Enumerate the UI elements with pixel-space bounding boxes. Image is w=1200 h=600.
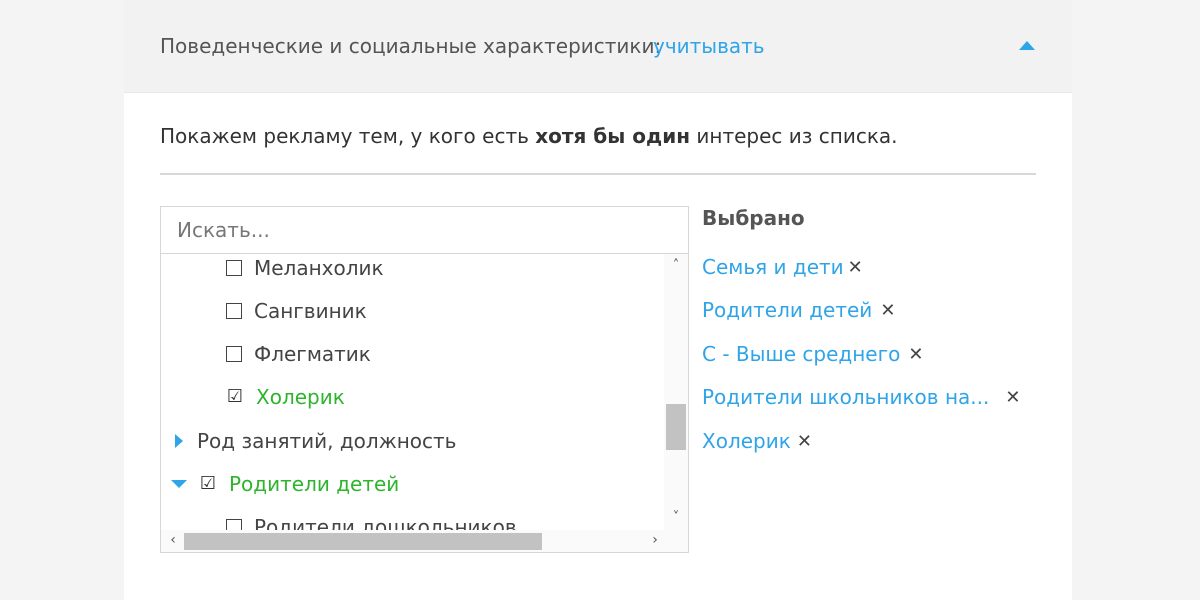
selected-item: Семья и дети ✕ <box>702 252 863 282</box>
scroll-right-icon[interactable]: › <box>645 532 665 550</box>
header-label: Поведенческие и социальные характеристик… <box>160 34 662 58</box>
selected-item: С - Выше среднего ✕ <box>702 339 923 369</box>
selected-item: Родители школьников на... ✕ <box>702 382 1020 412</box>
tree-item-label: Родители детей <box>229 472 400 496</box>
remove-icon[interactable]: ✕ <box>880 300 895 321</box>
behavior-panel: Поведенческие и социальные характеристик… <box>124 0 1072 600</box>
tree-item-choleric[interactable]: ☑ Холерик <box>226 377 345 417</box>
interest-tree-box: Меланхолик Сангвиник Флегматик ☑ Холерик… <box>160 206 689 553</box>
tree-item-label: Холерик <box>256 385 345 409</box>
checkbox-checked[interactable]: ☑ <box>199 475 217 493</box>
selected-item-label[interactable]: Родители школьников на... <box>702 385 989 409</box>
remove-icon[interactable]: ✕ <box>1005 387 1020 408</box>
remove-icon[interactable]: ✕ <box>848 257 863 278</box>
horizontal-scrollbar[interactable]: ‹ › <box>161 530 688 552</box>
remove-icon[interactable]: ✕ <box>797 431 812 452</box>
vertical-scroll-thumb[interactable] <box>666 404 686 450</box>
checkbox[interactable] <box>226 260 242 276</box>
selected-item-label[interactable]: С - Выше среднего <box>702 342 900 366</box>
hint-bold: хотя бы один <box>535 124 691 148</box>
remove-icon[interactable]: ✕ <box>908 344 923 365</box>
triangle-up-icon[interactable] <box>1019 41 1035 50</box>
hint-after: интерес из списка. <box>690 124 898 148</box>
expand-arrow-icon[interactable] <box>175 434 183 448</box>
tree-item-melancholic[interactable]: Меланхолик <box>226 254 384 288</box>
tree-item-label: Род занятий, должность <box>197 429 457 453</box>
tree-item-preschool-parents[interactable]: Родители дошкольников <box>226 507 517 530</box>
header-value-link[interactable]: учитывать <box>653 34 765 58</box>
checkbox-checked[interactable]: ☑ <box>226 388 244 406</box>
checkbox[interactable] <box>226 519 242 530</box>
selected-title: Выбрано <box>702 206 805 230</box>
tree-item-label: Сангвиник <box>254 299 367 323</box>
scroll-up-icon[interactable]: ˄ <box>664 258 688 276</box>
vertical-scrollbar[interactable]: ˄ ˅ <box>664 254 688 530</box>
scroll-left-icon[interactable]: ‹ <box>163 532 183 550</box>
selected-item-label[interactable]: Родители детей <box>702 298 872 322</box>
search-input[interactable] <box>161 207 688 254</box>
tree-viewport: Меланхолик Сангвиник Флегматик ☑ Холерик… <box>161 254 664 530</box>
tree-item-phlegmatic[interactable]: Флегматик <box>226 334 371 374</box>
tree-item-label: Флегматик <box>254 342 371 366</box>
tree-item-parents[interactable]: ☑ Родители детей <box>171 464 399 504</box>
panel-header[interactable]: Поведенческие и социальные характеристик… <box>124 0 1072 93</box>
selected-item-label[interactable]: Семья и дети <box>702 255 844 279</box>
divider <box>160 173 1036 175</box>
tree-item-occupation[interactable]: Род занятий, должность <box>175 421 456 461</box>
selected-item-label[interactable]: Холерик <box>702 429 791 453</box>
tree-item-label: Родители дошкольников <box>254 515 517 530</box>
collapse-arrow-icon[interactable] <box>171 480 187 488</box>
tree-item-label: Меланхолик <box>254 256 384 280</box>
checkbox[interactable] <box>226 346 242 362</box>
horizontal-scroll-thumb[interactable] <box>184 533 542 550</box>
selected-item: Холерик ✕ <box>702 426 812 456</box>
scroll-down-icon[interactable]: ˅ <box>664 510 688 528</box>
selected-item: Родители детей ✕ <box>702 295 895 325</box>
hint-before: Покажем рекламу тем, у кого есть <box>160 124 536 148</box>
hint-text: Покажем рекламу тем, у кого есть хотя бы… <box>160 124 898 148</box>
tree-item-sanguine[interactable]: Сангвиник <box>226 291 367 331</box>
checkbox[interactable] <box>226 303 242 319</box>
